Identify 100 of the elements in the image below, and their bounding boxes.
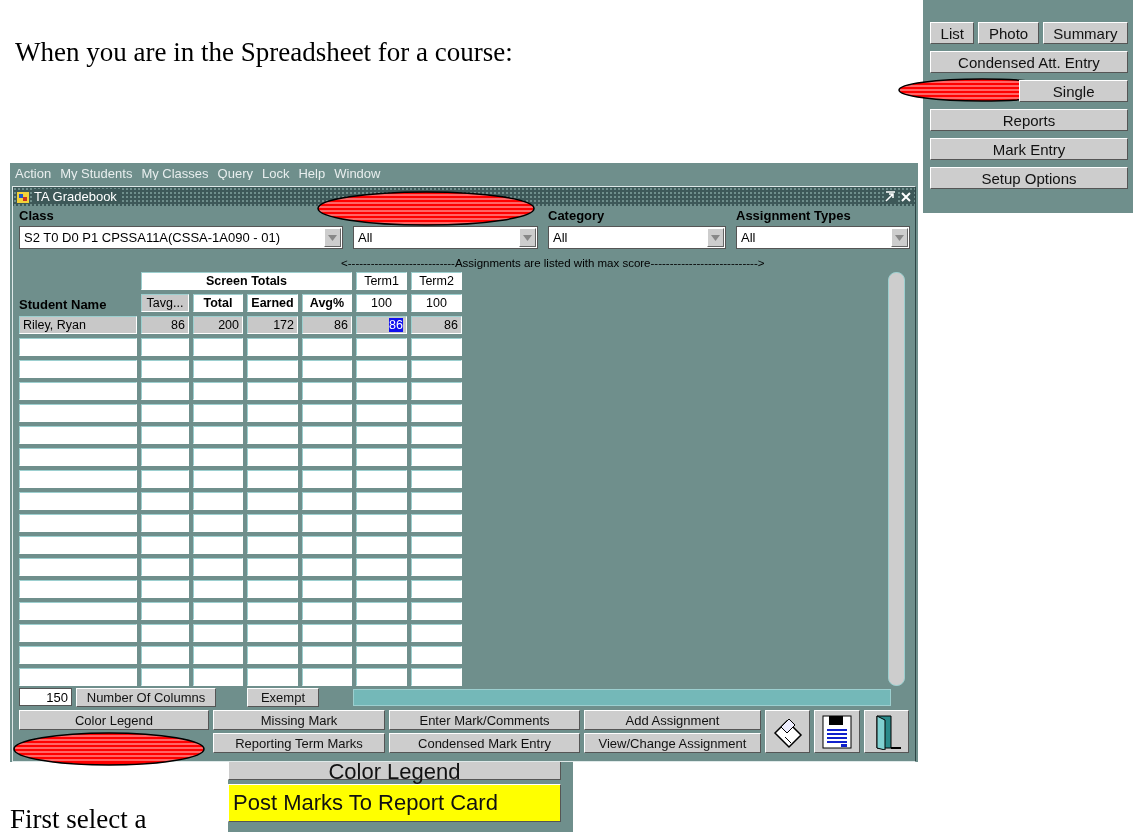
horizontal-scrollbar[interactable] xyxy=(353,688,891,706)
table-cell xyxy=(247,558,298,576)
maximize-icon[interactable] xyxy=(884,190,896,203)
panel-button[interactable]: Reports xyxy=(930,109,1128,131)
table-cell xyxy=(356,426,407,444)
dropdown-field[interactable]: All xyxy=(353,226,538,249)
column-header: Student Name xyxy=(19,297,107,312)
panel-button[interactable]: Mark Entry xyxy=(930,138,1128,160)
table-cell xyxy=(247,338,298,356)
table-cell xyxy=(302,426,352,444)
table-cell xyxy=(141,558,189,576)
action-button[interactable]: Add Assignment xyxy=(584,710,761,730)
table-cell xyxy=(141,514,189,532)
table-cell xyxy=(193,624,243,642)
action-button[interactable]: Condensed Mark Entry xyxy=(389,733,580,753)
table-cell xyxy=(141,404,189,422)
closing-text: First select a xyxy=(10,804,147,832)
table-cell xyxy=(411,646,462,664)
action-button[interactable]: Color Legend xyxy=(19,710,209,730)
table-cell xyxy=(411,404,462,422)
print-button[interactable] xyxy=(765,710,811,753)
table-cell xyxy=(302,602,352,620)
table-cell xyxy=(193,602,243,620)
table-cell xyxy=(193,492,243,510)
table-cell xyxy=(302,382,352,400)
table-cell xyxy=(193,470,243,488)
table-cell xyxy=(411,470,462,488)
table-cell xyxy=(141,360,189,378)
table-cell xyxy=(411,338,462,356)
vertical-scrollbar[interactable] xyxy=(888,272,905,686)
table-cell xyxy=(302,514,352,532)
table-cell xyxy=(193,360,243,378)
table-cell xyxy=(302,624,352,642)
exempt-button[interactable]: Exempt xyxy=(247,687,319,707)
save-button[interactable] xyxy=(814,710,860,753)
down-arrow-icon xyxy=(711,234,720,241)
action-button[interactable]: View/Change Assignment xyxy=(584,733,761,753)
table-cell: Riley, Ryan xyxy=(19,316,137,334)
exit-button[interactable] xyxy=(863,710,909,753)
table-cell xyxy=(141,448,189,466)
filter-label: Category xyxy=(548,208,605,223)
table-cell xyxy=(356,646,407,664)
group-header: Screen Totals xyxy=(141,272,352,290)
table-cell xyxy=(193,448,243,466)
table-cell: 86 xyxy=(141,316,189,334)
close-icon[interactable] xyxy=(900,190,912,203)
table-cell xyxy=(302,338,352,356)
column-header[interactable]: Tavg... xyxy=(141,294,189,312)
table-cell xyxy=(356,382,407,400)
table-cell: 86 xyxy=(356,316,407,334)
filter-label: Class xyxy=(19,208,54,223)
dropdown-field[interactable]: All xyxy=(548,226,726,249)
table-cell xyxy=(356,492,407,510)
table-cell xyxy=(411,360,462,378)
action-button[interactable]: Missing Mark xyxy=(213,710,385,730)
dropdown-field[interactable]: All xyxy=(736,226,910,249)
hint-text: <----------------------------Assignments are listed with max score----------------------------> xyxy=(341,257,766,271)
table-cell xyxy=(193,338,243,356)
table-cell xyxy=(302,536,352,554)
table-cell xyxy=(302,558,352,576)
action-button[interactable]: Reporting Term Marks xyxy=(213,733,385,753)
table-cell xyxy=(411,382,462,400)
table-cell xyxy=(302,470,352,488)
table-cell xyxy=(411,536,462,554)
table-cell xyxy=(411,668,462,686)
table-cell xyxy=(302,580,352,598)
table-cell xyxy=(247,668,298,686)
table-cell xyxy=(193,558,243,576)
panel-button[interactable]: Setup Options xyxy=(930,167,1128,189)
panel-button[interactable]: Single xyxy=(1019,80,1128,102)
table-cell xyxy=(356,624,407,642)
column-header: Earned xyxy=(247,294,298,312)
table-cell xyxy=(141,602,189,620)
column-header: Term2 xyxy=(411,272,462,290)
number-of-columns-button[interactable]: Number Of Columns xyxy=(76,687,216,707)
table-cell xyxy=(247,404,298,422)
panel-button[interactable]: Condensed Att. Entry xyxy=(930,51,1128,73)
table-cell xyxy=(356,404,407,422)
dropdown-field[interactable]: S2 T0 D0 P1 CPSSA11A(CSSA-1A090 - 01) xyxy=(19,226,343,249)
table-cell xyxy=(247,382,298,400)
column-header: 100 xyxy=(356,294,407,312)
table-cell xyxy=(247,624,298,642)
table-cell xyxy=(247,470,298,488)
closeup-button[interactable]: Post Marks To Report Card xyxy=(228,784,561,822)
down-arrow-icon xyxy=(523,234,532,241)
panel-button[interactable]: Photo xyxy=(978,22,1039,44)
table-cell xyxy=(411,558,462,576)
table-cell xyxy=(411,602,462,620)
table-cell: 200 xyxy=(193,316,243,334)
table-cell xyxy=(356,338,407,356)
table-cell xyxy=(411,624,462,642)
table-cell xyxy=(411,492,462,510)
table-cell xyxy=(247,602,298,620)
panel-button[interactable]: List xyxy=(930,22,975,44)
table-cell xyxy=(302,646,352,664)
action-button[interactable]: Enter Mark/Comments xyxy=(389,710,580,730)
panel-button[interactable]: Summary xyxy=(1042,22,1128,44)
table-cell xyxy=(193,514,243,532)
columns-count-field[interactable]: 150 xyxy=(19,688,72,706)
table-cell xyxy=(247,646,298,664)
